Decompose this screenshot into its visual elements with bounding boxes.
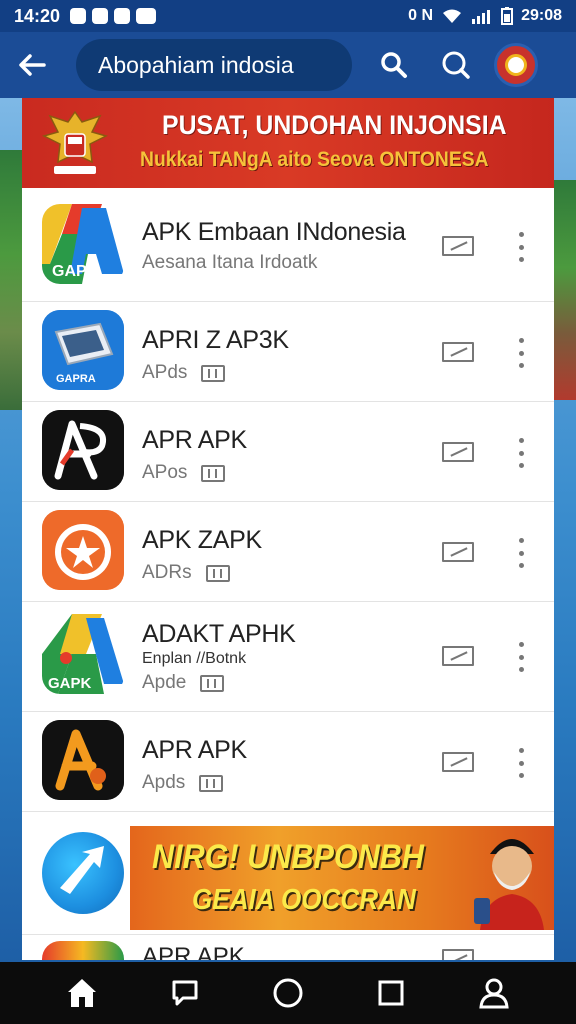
a-logo-icon xyxy=(42,410,124,490)
device-icon: GAPRA xyxy=(42,310,124,390)
app-name: APK Embaan INdonesia xyxy=(142,218,406,246)
status-battery-time: 29:08 xyxy=(521,7,562,24)
apk-a-icon: GAPF xyxy=(42,204,124,284)
banner-subtitle: Nukkai TANgA aito Seova ONTONESA xyxy=(140,148,489,171)
app-meta: ADRs xyxy=(142,562,230,584)
notification-icon xyxy=(70,8,87,24)
app-meta: APds xyxy=(142,362,226,384)
install-icon[interactable] xyxy=(442,949,474,960)
list-item[interactable]: APR APK APos xyxy=(22,402,554,502)
book-icon xyxy=(201,364,226,382)
more-options-icon[interactable] xyxy=(516,232,526,262)
install-icon[interactable] xyxy=(442,752,474,772)
app-developer: Aesana Itana Irdoatk xyxy=(142,252,318,273)
more-options-icon[interactable] xyxy=(516,642,526,672)
avatar[interactable] xyxy=(494,43,538,87)
circle-icon xyxy=(273,978,303,1008)
install-icon[interactable] xyxy=(442,442,474,462)
search-input[interactable]: Abopahiam indosia xyxy=(76,39,352,91)
list-item[interactable]: GAPRA APRI Z AP3K APds xyxy=(22,302,554,402)
book-icon xyxy=(205,564,230,582)
list-item[interactable]: GAPF APK Embaan INdonesia Aesana Itana I… xyxy=(22,188,554,302)
promo-banner-bottom[interactable]: NIRG! UNBPONBH GEAIA OOCCRAN xyxy=(22,820,554,932)
avatar-logo-icon xyxy=(505,54,527,76)
person-icon xyxy=(479,978,509,1009)
app-bar: Abopahiam indosia xyxy=(0,32,576,98)
promo-title: NIRG! UNBPONBH xyxy=(152,838,424,876)
battery-icon xyxy=(501,7,514,25)
signal-icon xyxy=(472,10,491,24)
apk-a-icon-2: GAPK xyxy=(42,614,124,694)
promo-subtitle: GEAIA OOCCRAN xyxy=(192,884,416,916)
garuda-emblem-icon xyxy=(41,110,109,174)
navigation-bar xyxy=(0,962,576,1024)
app-name: APR APK xyxy=(142,943,245,960)
more-options-icon[interactable] xyxy=(516,748,526,778)
background-trees-right xyxy=(552,180,576,400)
app-developer: Apds xyxy=(142,772,186,793)
a-logo-orange-icon xyxy=(42,720,124,800)
recents-button[interactable] xyxy=(369,971,413,1015)
app-meta: Apde xyxy=(142,672,225,694)
app-developer: APos xyxy=(142,462,188,483)
app-developer: APds xyxy=(142,362,188,383)
app-meta: APos xyxy=(142,462,226,484)
app-developer: ADRs xyxy=(142,562,192,583)
list-item[interactable]: APR APK Apds xyxy=(22,712,554,812)
search-icon xyxy=(381,52,407,78)
svg-text:GAPF: GAPF xyxy=(52,263,97,280)
app-name: APRI Z AP3K xyxy=(142,326,289,354)
svg-text:GAPRA: GAPRA xyxy=(56,373,96,385)
notification-icon xyxy=(114,8,131,24)
book-icon xyxy=(199,774,224,792)
app-developer: Apde xyxy=(142,672,187,693)
install-icon[interactable] xyxy=(442,646,474,666)
more-options-icon[interactable] xyxy=(516,338,526,368)
book-icon xyxy=(201,464,226,482)
install-icon[interactable] xyxy=(442,542,474,562)
app-name: APK ZAPK xyxy=(142,526,262,554)
notification-icons xyxy=(70,8,157,24)
square-icon xyxy=(378,980,404,1006)
wifi-icon xyxy=(443,9,462,23)
background-trees-left xyxy=(0,150,22,410)
more-options-icon[interactable] xyxy=(516,538,526,568)
notification-icon xyxy=(92,8,109,24)
install-icon[interactable] xyxy=(442,342,474,362)
profile-button[interactable] xyxy=(472,971,516,1015)
status-time: 14:20 xyxy=(14,5,61,26)
svg-text:GAPK: GAPK xyxy=(48,675,92,692)
list-item[interactable]: APK ZAPK ADRs xyxy=(22,502,554,602)
list-item[interactable]: APR APK xyxy=(22,934,554,960)
chat-icon xyxy=(172,980,198,1006)
promo-banner-top[interactable]: PUSAT, UNDOHAN INJONSIA Nukkai TANgA ait… xyxy=(22,98,554,188)
circle-button[interactable] xyxy=(266,971,310,1015)
search-alt-button[interactable] xyxy=(436,45,476,85)
status-bar: 14:20 0 N 29:08 xyxy=(0,0,576,32)
banner-title: PUSAT, UNDOHAN INJONSIA xyxy=(162,110,507,140)
book-icon xyxy=(200,674,225,692)
app-tagline: Enplan //Botnk xyxy=(142,650,247,667)
home-icon xyxy=(67,979,96,1007)
person-illustration-icon xyxy=(474,839,544,930)
back-button[interactable] xyxy=(14,47,50,83)
notification-icon xyxy=(136,8,157,24)
search-icon xyxy=(442,51,470,79)
app-list-card: PUSAT, UNDOHAN INJONSIA Nukkai TANgA ait… xyxy=(22,98,554,960)
list-item[interactable]: GAPK ADAKT APHK Enplan //Botnk Apde xyxy=(22,602,554,712)
app-name: APR APK xyxy=(142,426,247,454)
network-indicator: 0 N xyxy=(408,7,434,24)
more-options-icon[interactable] xyxy=(516,438,526,468)
app-meta: Apds xyxy=(142,772,224,794)
search-button[interactable] xyxy=(374,45,414,85)
install-icon[interactable] xyxy=(442,236,474,256)
app-name: APR APK xyxy=(142,736,247,764)
star-icon xyxy=(42,510,124,590)
app-name: ADAKT APHK xyxy=(142,620,296,648)
arrow-app-icon xyxy=(42,832,124,914)
home-button[interactable] xyxy=(60,971,104,1015)
arrow-left-icon xyxy=(19,54,46,76)
chat-button[interactable] xyxy=(163,971,207,1015)
apk-a-icon xyxy=(42,941,124,960)
